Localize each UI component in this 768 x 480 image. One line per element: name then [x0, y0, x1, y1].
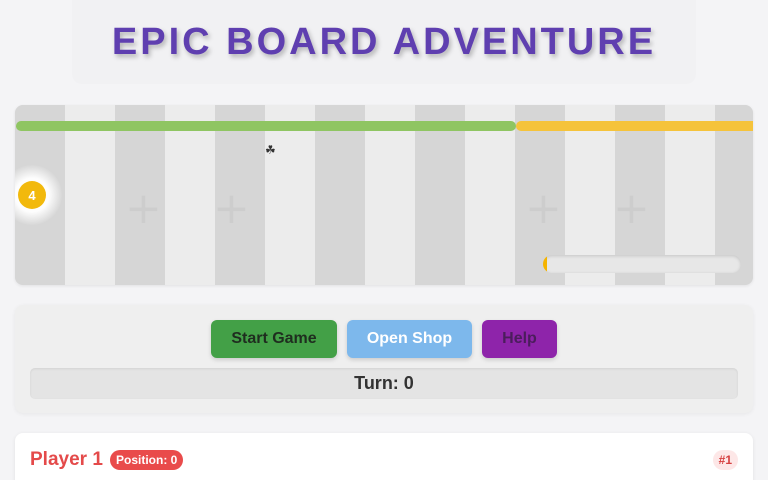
plus-decoration-icon: + — [213, 187, 250, 231]
clover-icon: ☘ — [265, 143, 276, 157]
board-tile — [415, 105, 465, 285]
game-board[interactable]: + + + + ☘ 4 — [15, 105, 753, 285]
position-badge: Position: 0 — [110, 450, 184, 470]
board-path-yellow — [516, 121, 753, 131]
plus-decoration-icon: + — [613, 187, 650, 231]
help-button[interactable]: Help — [482, 320, 557, 358]
board-tile — [365, 105, 415, 285]
plus-decoration-icon: + — [525, 187, 562, 231]
progress-bar — [543, 255, 741, 273]
rank-badge: #1 — [712, 450, 738, 470]
board-tile — [65, 105, 115, 285]
game-title: EPIC BOARD ADVENTURE — [111, 20, 657, 63]
start-game-button[interactable]: Start Game — [211, 320, 337, 358]
progress-fill — [543, 255, 547, 273]
turn-indicator: Turn: 0 — [30, 368, 738, 399]
player-token[interactable]: 4 — [18, 181, 46, 209]
board-tile — [165, 105, 215, 285]
plus-decoration-icon: + — [125, 187, 162, 231]
open-shop-button[interactable]: Open Shop — [347, 320, 472, 358]
board-path-green — [16, 121, 516, 131]
title-banner: EPIC BOARD ADVENTURE — [72, 0, 696, 84]
player-card: Player 1 Position: 0 #1 — [15, 433, 753, 480]
player-name: Player 1 — [30, 449, 103, 470]
game-page: EPIC BOARD ADVENTURE + + + + ☘ 4 — [0, 0, 768, 480]
board-tile — [265, 105, 315, 285]
board-tile — [465, 105, 515, 285]
board-tile — [315, 105, 365, 285]
control-panel: Start Game Open Shop Help Turn: 0 — [15, 305, 753, 413]
